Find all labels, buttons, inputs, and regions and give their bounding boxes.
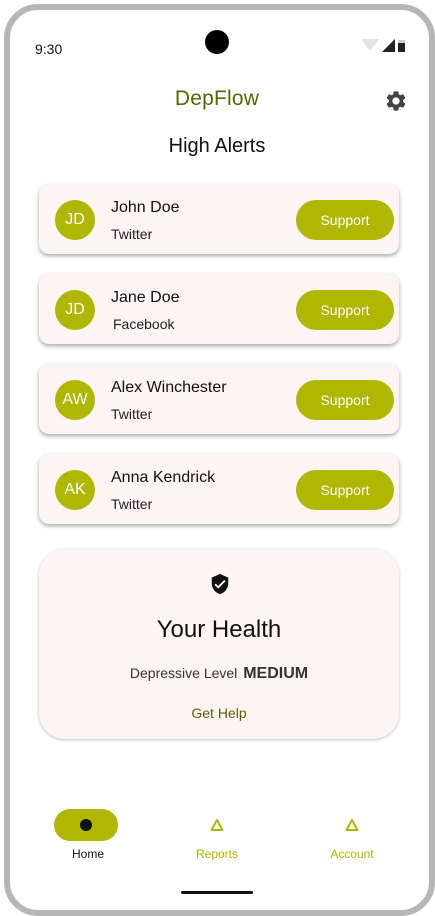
get-help-button[interactable]: Get Help — [39, 705, 399, 721]
app-screen: 9:30 DepFlow High Alerts JD John Doe Twi… — [10, 10, 429, 910]
device-frame: 9:30 DepFlow High Alerts JD John Doe Twi… — [4, 4, 435, 916]
triangle-icon — [345, 819, 359, 831]
avatar: AW — [55, 380, 95, 420]
nav-reports[interactable]: Reports — [167, 809, 267, 869]
alert-source: Twitter — [111, 496, 153, 512]
nav-home-label: Home — [71, 847, 104, 861]
depressive-level: Depressive Level MEDIUM — [39, 665, 399, 683]
alert-name: Alex Winchester — [111, 379, 227, 396]
level-value: MEDIUM — [243, 665, 309, 682]
signal-icon — [382, 39, 395, 52]
shield-check-icon — [211, 573, 229, 595]
alert-card: JD Jane Doe Facebook Support — [39, 274, 399, 344]
alert-card: AW Alex Winchester Twitter Support — [39, 364, 399, 434]
home-indicator[interactable] — [181, 891, 253, 894]
dot-icon — [80, 819, 92, 831]
avatar: JD — [55, 200, 95, 240]
status-icons — [361, 39, 405, 52]
triangle-icon — [210, 819, 224, 831]
nav-active-indicator — [54, 809, 118, 841]
alert-name: Anna Kendrick — [111, 469, 216, 486]
avatar: JD — [55, 290, 95, 330]
wifi-icon — [361, 39, 379, 51]
nav-account[interactable]: Account — [302, 809, 402, 869]
health-card: Your Health Depressive Level MEDIUM Get … — [39, 549, 399, 739]
health-title: Your Health — [156, 616, 282, 643]
page-title: High Alerts — [168, 135, 266, 157]
alert-source: Facebook — [113, 316, 175, 332]
support-button[interactable]: Support — [296, 470, 394, 510]
battery-icon — [398, 40, 405, 52]
level-label: Depressive Level — [129, 665, 238, 681]
support-button[interactable]: Support — [296, 290, 394, 330]
support-button[interactable]: Support — [296, 200, 394, 240]
app-title: DepFlow — [174, 87, 260, 110]
nav-home[interactable]: Home — [38, 809, 138, 869]
alert-source: Twitter — [111, 406, 153, 422]
nav-account-label: Account — [330, 847, 374, 861]
camera-cutout — [205, 30, 229, 54]
alert-source: Twitter — [111, 226, 153, 242]
settings-gear-icon[interactable] — [384, 89, 408, 113]
avatar: AK — [55, 470, 95, 510]
alert-card: JD John Doe Twitter Support — [39, 184, 399, 254]
nav-reports-label: Reports — [195, 847, 239, 861]
alert-name: John Doe — [111, 199, 180, 216]
support-button[interactable]: Support — [296, 380, 394, 420]
status-time: 9:30 — [35, 41, 63, 57]
alert-name: Jane Doe — [111, 289, 180, 306]
alert-card: AK Anna Kendrick Twitter Support — [39, 454, 399, 524]
